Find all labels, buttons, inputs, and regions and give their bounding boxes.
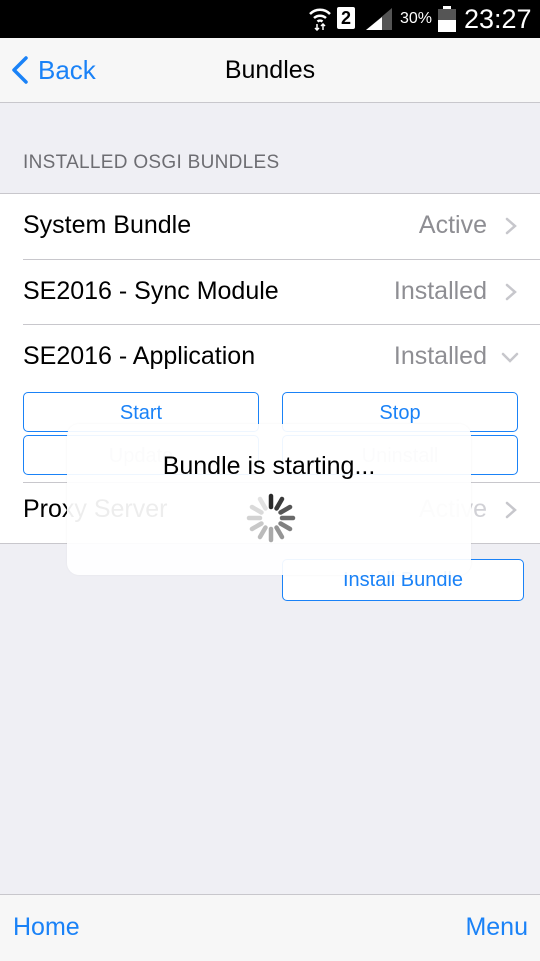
chevron-right-icon <box>505 501 517 519</box>
chevron-right-icon <box>505 283 517 301</box>
signal-strength-icon <box>366 8 392 30</box>
clock: 23:27 <box>464 4 532 34</box>
section-header: INSTALLED OSGI BUNDLES <box>23 152 280 173</box>
bundle-row-sync-module[interactable]: SE2016 - Sync Module Installed <box>0 260 540 325</box>
chevron-right-icon <box>505 217 517 235</box>
bottom-toolbar: Home Menu <box>0 894 540 961</box>
bundle-name: System Bundle <box>23 211 192 239</box>
loading-overlay: Bundle is starting... <box>67 424 471 575</box>
bundle-status: Installed <box>393 277 487 305</box>
bundle-row-application[interactable]: SE2016 - Application Installed <box>0 325 540 390</box>
bundle-status: Installed <box>393 342 487 370</box>
navigation-bar: Bundles Back <box>0 38 540 103</box>
bundle-name: SE2016 - Sync Module <box>23 277 279 305</box>
bundle-name: SE2016 - Application <box>23 342 256 370</box>
bundle-status: Active <box>418 211 487 239</box>
status-bar: 2 30% 23:27 <box>0 0 540 38</box>
home-button[interactable]: Home <box>13 895 80 961</box>
back-button-label: Back <box>38 54 96 85</box>
chevron-down-icon <box>501 352 519 363</box>
loading-message: Bundle is starting... <box>162 452 376 480</box>
wifi-icon <box>309 8 331 31</box>
menu-button[interactable]: Menu <box>465 895 528 961</box>
bundle-row-system-bundle[interactable]: System Bundle Active <box>0 194 540 259</box>
battery-icon <box>438 6 456 32</box>
sim-card-icon: 2 <box>337 7 355 29</box>
chevron-left-icon <box>12 56 28 84</box>
back-button[interactable]: Back <box>10 38 96 102</box>
battery-percentage: 30% <box>400 10 433 27</box>
loading-spinner-icon <box>246 493 296 543</box>
